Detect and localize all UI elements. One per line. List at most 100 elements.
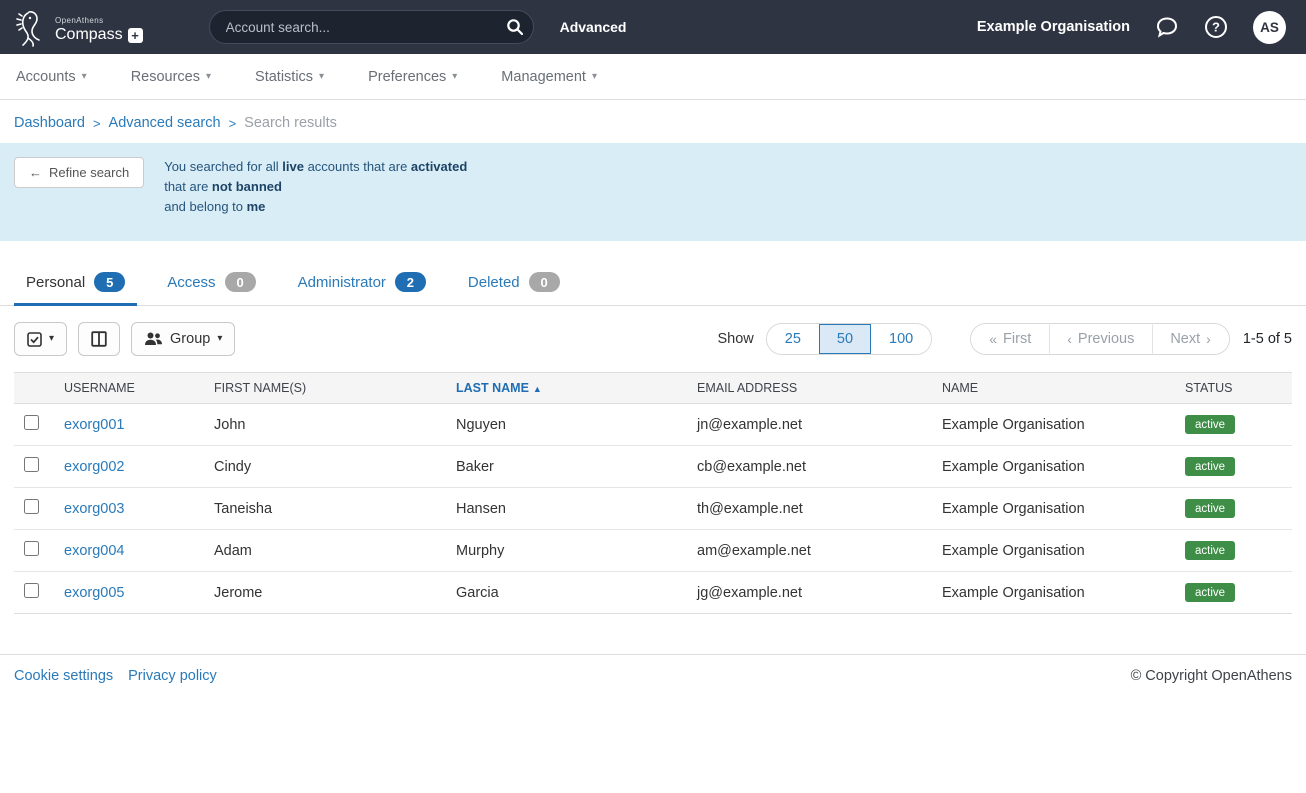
nav-management-label: Management [501, 69, 586, 85]
group-people-icon [144, 332, 163, 346]
organisation-name: Example Organisation [977, 19, 1130, 35]
first-name-cell: Jerome [204, 572, 446, 614]
header-status[interactable]: STATUS [1175, 373, 1292, 404]
header-last-name-label: LAST NAME [456, 381, 529, 395]
nav-accounts-label: Accounts [16, 69, 76, 85]
status-badge: active [1185, 415, 1235, 434]
header-last-name-sorted[interactable]: LAST NAME▲ [446, 373, 687, 404]
breadcrumb-separator: > [229, 116, 237, 131]
breadcrumb-separator: > [93, 116, 101, 131]
tab-deleted-label: Deleted [468, 274, 520, 291]
advanced-search-link[interactable]: Advanced [560, 19, 627, 35]
username-link[interactable]: exorg003 [64, 501, 124, 517]
row-checkbox[interactable] [24, 499, 39, 514]
username-link[interactable]: exorg004 [64, 543, 124, 559]
table-row: exorg005 Jerome Garcia jg@example.net Ex… [14, 572, 1292, 614]
tab-administrator-count: 2 [395, 272, 426, 292]
columns-icon [91, 331, 107, 347]
last-name-cell: Nguyen [446, 404, 687, 446]
org-name-cell: Example Organisation [932, 446, 1175, 488]
nav-statistics[interactable]: Statistics ▾ [255, 69, 324, 85]
result-tabs: Personal 5 Access 0 Administrator 2 Dele… [0, 263, 1306, 306]
breadcrumb-dashboard[interactable]: Dashboard [14, 115, 85, 131]
chevron-down-icon: ▾ [217, 334, 222, 344]
search-summary-panel: ← Refine search You searched for all liv… [0, 143, 1306, 241]
brand-logo[interactable]: OpenAthens Compass + [14, 7, 143, 47]
cookie-settings-link[interactable]: Cookie settings [14, 668, 113, 684]
tab-deleted-count: 0 [529, 272, 560, 292]
email-cell: jn@example.net [687, 404, 932, 446]
page-size-25[interactable]: 25 [767, 324, 819, 354]
account-search [209, 10, 534, 44]
header-checkbox-cell [14, 373, 54, 404]
org-name-cell: Example Organisation [932, 404, 1175, 446]
username-link[interactable]: exorg002 [64, 459, 124, 475]
tab-deleted[interactable]: Deleted 0 [456, 263, 572, 306]
pagination-first-button[interactable]: « First [971, 324, 1049, 354]
tab-access-label: Access [167, 274, 215, 291]
account-search-input[interactable] [209, 10, 534, 44]
row-checkbox[interactable] [24, 541, 39, 556]
org-name-cell: Example Organisation [932, 572, 1175, 614]
status-badge: active [1185, 583, 1235, 602]
header-name[interactable]: NAME [932, 373, 1175, 404]
tab-administrator-label: Administrator [298, 274, 386, 291]
header-username[interactable]: USERNAME [54, 373, 204, 404]
tab-administrator[interactable]: Administrator 2 [286, 263, 438, 306]
columns-button[interactable] [78, 322, 120, 356]
page-size-group: 25 50 100 [766, 323, 932, 355]
help-button[interactable]: ? [1204, 15, 1228, 39]
group-dropdown-button[interactable]: Group ▾ [131, 322, 235, 356]
chevron-down-icon: ▾ [49, 334, 54, 344]
pagination-previous-button[interactable]: ‹ Previous [1049, 324, 1152, 354]
show-label: Show [717, 331, 753, 347]
nav-accounts[interactable]: Accounts ▾ [16, 69, 87, 85]
table-row: exorg002 Cindy Baker cb@example.net Exam… [14, 446, 1292, 488]
pagination-next-button[interactable]: Next › [1152, 324, 1229, 354]
breadcrumb: Dashboard > Advanced search > Search res… [0, 100, 1306, 143]
previous-page-label: Previous [1078, 331, 1134, 347]
header-email[interactable]: EMAIL ADDRESS [687, 373, 932, 404]
select-all-dropdown-button[interactable]: ▾ [14, 322, 67, 356]
refine-search-button[interactable]: ← Refine search [14, 157, 144, 188]
tab-access[interactable]: Access 0 [155, 263, 267, 306]
app-footer: Cookie settings Privacy policy © Copyrig… [0, 654, 1306, 697]
row-checkbox[interactable] [24, 457, 39, 472]
plus-icon: + [128, 28, 143, 43]
table-row: exorg004 Adam Murphy am@example.net Exam… [14, 530, 1292, 572]
chat-button[interactable] [1155, 16, 1179, 38]
next-page-label: Next [1170, 331, 1200, 347]
tab-personal[interactable]: Personal 5 [14, 263, 137, 306]
last-name-cell: Garcia [446, 572, 687, 614]
summary-line-2: that are not banned [164, 177, 467, 197]
org-name-cell: Example Organisation [932, 530, 1175, 572]
email-cell: cb@example.net [687, 446, 932, 488]
privacy-policy-link[interactable]: Privacy policy [128, 668, 217, 684]
first-name-cell: Adam [204, 530, 446, 572]
nav-resources[interactable]: Resources ▾ [131, 69, 211, 85]
user-avatar[interactable]: AS [1253, 11, 1286, 44]
first-name-cell: Cindy [204, 446, 446, 488]
header-first-name[interactable]: FIRST NAME(S) [204, 373, 446, 404]
chevron-down-icon: ▾ [82, 72, 87, 82]
username-link[interactable]: exorg001 [64, 417, 124, 433]
email-cell: jg@example.net [687, 572, 932, 614]
nav-management[interactable]: Management ▾ [501, 69, 597, 85]
page-size-100[interactable]: 100 [871, 324, 931, 354]
first-page-label: First [1003, 331, 1031, 347]
table-row: exorg003 Taneisha Hansen th@example.net … [14, 488, 1292, 530]
page-size-50[interactable]: 50 [819, 324, 871, 354]
breadcrumb-advanced-search[interactable]: Advanced search [109, 115, 221, 131]
chevron-down-icon: ▾ [452, 72, 457, 82]
summary-line-1: You searched for all live accounts that … [164, 157, 467, 177]
row-checkbox[interactable] [24, 583, 39, 598]
breadcrumb-search-results: Search results [244, 115, 337, 131]
last-name-cell: Hansen [446, 488, 687, 530]
username-link[interactable]: exorg005 [64, 585, 124, 601]
row-checkbox[interactable] [24, 415, 39, 430]
status-badge: active [1185, 541, 1235, 560]
nav-preferences[interactable]: Preferences ▾ [368, 69, 457, 85]
search-button[interactable] [500, 13, 530, 41]
summary-line-3: and belong to me [164, 197, 467, 217]
next-page-icon: › [1206, 331, 1211, 347]
